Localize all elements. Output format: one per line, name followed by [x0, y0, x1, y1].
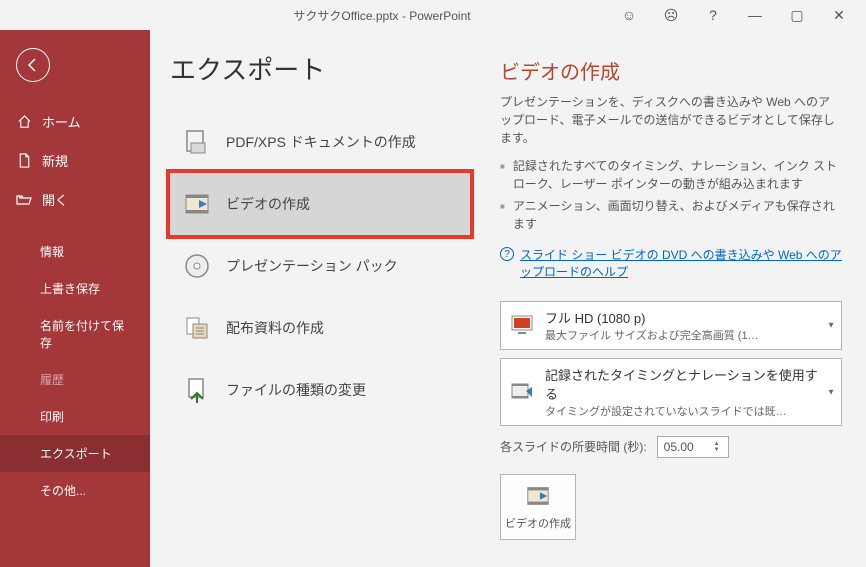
- quality-title: フル HD (1080 p): [545, 308, 819, 327]
- quality-dropdown[interactable]: フル HD (1080 p) 最大ファイル サイズおよび完全高画質 (1… ▼: [500, 301, 842, 350]
- bullet-2: ■アニメーション、画面切り替え、およびメディアも保存されます: [500, 197, 842, 233]
- timing-dropdown[interactable]: 記録されたタイミングとナレーションを使用する タイミングが設定されていないスライ…: [500, 358, 842, 426]
- nav-save[interactable]: 上書き保存: [0, 270, 150, 307]
- chevron-down-icon: ▼: [827, 321, 835, 330]
- minimize-icon[interactable]: —: [740, 7, 770, 24]
- export-filetype-label: ファイルの種類の変更: [226, 380, 366, 400]
- file-icon: [16, 153, 32, 169]
- film-audio-icon: [509, 379, 535, 405]
- nav-info[interactable]: 情報: [0, 233, 150, 270]
- nav-saveas[interactable]: 名前を付けて保存: [0, 307, 150, 361]
- export-pack-label: プレゼンテーション パック: [226, 256, 398, 276]
- timing-sub: タイミングが設定されていないスライドでは既…: [545, 403, 819, 419]
- nav-home-label: ホーム: [42, 112, 81, 131]
- create-video-button[interactable]: ビデオの作成: [500, 474, 576, 541]
- seconds-spinner[interactable]: 05.00 ▲▼: [657, 436, 729, 458]
- help-circle-icon: ?: [500, 247, 514, 261]
- nav-open[interactable]: 開く: [0, 180, 150, 219]
- bullet-1: ■記録されたすべてのタイミング、ナレーション、インク ストローク、レーザー ポイ…: [500, 157, 842, 193]
- export-pack[interactable]: プレゼンテーション パック: [170, 235, 470, 297]
- help-icon[interactable]: ?: [698, 7, 728, 24]
- back-button[interactable]: [16, 48, 50, 82]
- nav-print[interactable]: 印刷: [0, 398, 150, 435]
- monitor-icon: [509, 312, 535, 338]
- create-video-label: ビデオの作成: [505, 517, 571, 531]
- quality-sub: 最大ファイル サイズおよび完全高画質 (1…: [545, 327, 819, 343]
- right-desc: プレゼンテーションを、ディスクへの書き込みや Web へのアップロード、電子メー…: [500, 93, 842, 147]
- video-icon: [182, 189, 212, 219]
- sidebar: ホーム 新規 開く 情報 上書き保存 名前を付けて保存 履歴 印刷 エクスポート…: [0, 30, 150, 567]
- close-icon[interactable]: ✕: [824, 7, 854, 24]
- nav-open-label: 開く: [42, 190, 68, 209]
- video-icon: [505, 483, 571, 513]
- maximize-icon[interactable]: ▢: [782, 7, 812, 24]
- spinner-arrows-icon: ▲▼: [714, 437, 726, 457]
- nav-new-label: 新規: [42, 151, 68, 170]
- export-video[interactable]: ビデオの作成: [166, 169, 474, 239]
- face-smile-icon[interactable]: ☺: [614, 7, 644, 24]
- nav-new[interactable]: 新規: [0, 141, 150, 180]
- export-video-label: ビデオの作成: [226, 194, 310, 214]
- export-pdf-label: PDF/XPS ドキュメントの作成: [226, 132, 416, 152]
- export-filetype[interactable]: ファイルの種類の変更: [170, 359, 470, 421]
- home-icon: [16, 114, 32, 130]
- folder-open-icon: [16, 192, 32, 208]
- nav-other[interactable]: その他...: [0, 472, 150, 509]
- page-title: エクスポート: [170, 50, 470, 87]
- right-title: ビデオの作成: [500, 56, 842, 85]
- nav-export[interactable]: エクスポート: [0, 435, 150, 472]
- seconds-label: 各スライドの所要時間 (秒):: [500, 438, 647, 455]
- filetype-icon: [182, 375, 212, 405]
- timing-title: 記録されたタイミングとナレーションを使用する: [545, 365, 819, 403]
- export-handout[interactable]: 配布資料の作成: [170, 297, 470, 359]
- seconds-value: 05.00: [664, 440, 694, 454]
- window-title: サクサクOffice.pptx - PowerPoint: [150, 7, 614, 24]
- chevron-down-icon: ▼: [827, 387, 835, 396]
- nav-history: 履歴: [0, 361, 150, 398]
- pdf-icon: [182, 127, 212, 157]
- nav-home[interactable]: ホーム: [0, 102, 150, 141]
- cd-icon: [182, 251, 212, 281]
- export-pdf[interactable]: PDF/XPS ドキュメントの作成: [170, 111, 470, 173]
- face-frown-icon[interactable]: ☹: [656, 7, 686, 24]
- help-link[interactable]: スライド ショー ビデオの DVD への書き込みや Web へのアップロードのヘ…: [520, 247, 842, 281]
- handout-icon: [182, 313, 212, 343]
- export-handout-label: 配布資料の作成: [226, 318, 324, 338]
- titlebar: サクサクOffice.pptx - PowerPoint ☺ ☹ ? — ▢ ✕: [0, 0, 866, 30]
